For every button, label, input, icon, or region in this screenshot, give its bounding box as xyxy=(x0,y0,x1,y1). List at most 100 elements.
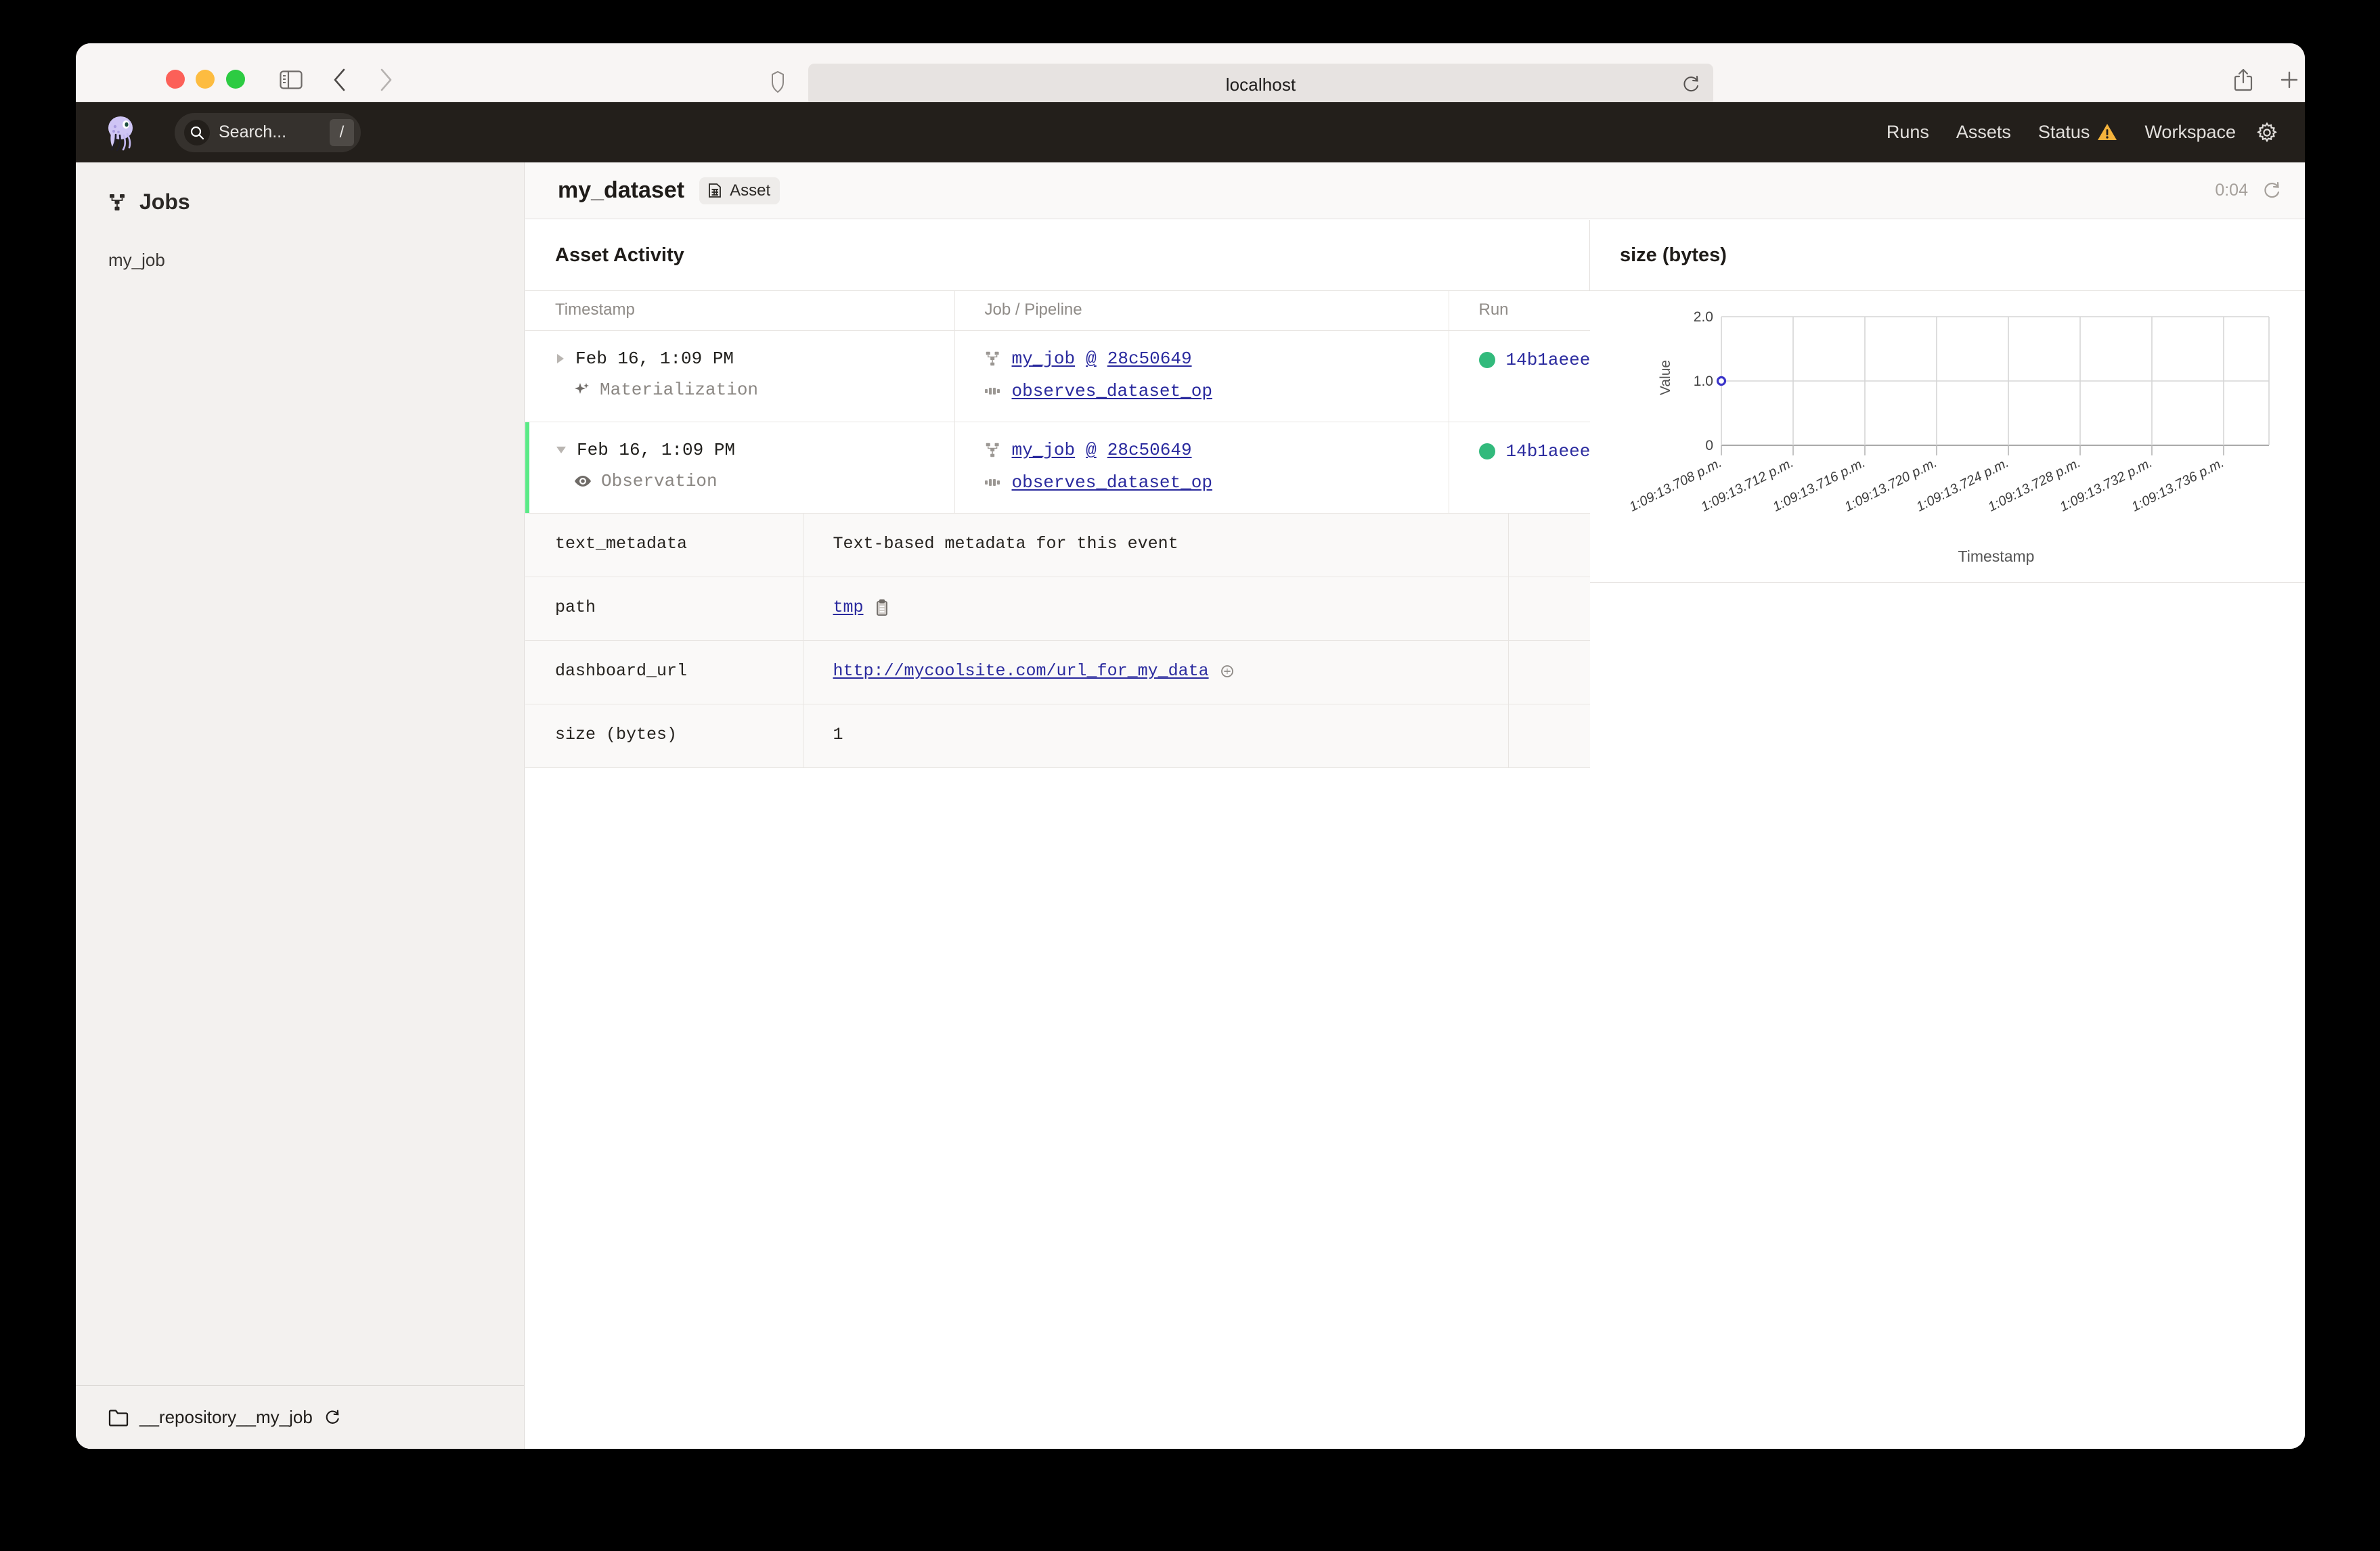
job-separator: @ xyxy=(1086,440,1097,460)
window-close-button[interactable] xyxy=(166,70,185,89)
nav-back-icon[interactable] xyxy=(326,66,353,93)
repository-reload-icon[interactable] xyxy=(324,1409,341,1426)
page-title: my_dataset xyxy=(558,177,685,203)
run-cell: 14b1aeee xyxy=(1449,330,1591,422)
search-icon xyxy=(184,119,210,145)
app-body: Jobs my_job __repository__my_job my_data… xyxy=(76,162,2305,1449)
event-type-label: Materialization xyxy=(600,380,759,400)
shield-icon[interactable] xyxy=(764,68,791,95)
header-right-controls: 0:04 xyxy=(2215,181,2282,201)
metadata-value-link[interactable]: tmp xyxy=(833,598,864,617)
job-graph-icon xyxy=(985,351,1001,367)
window-minimize-button[interactable] xyxy=(196,70,215,89)
nav-item-label: Assets xyxy=(1956,122,2011,142)
metadata-key: dashboard_url xyxy=(525,640,803,704)
chevron-right-icon[interactable] xyxy=(555,353,566,365)
browser-window: localhost Search... / Runs Assets Status… xyxy=(76,43,2305,1449)
new-tab-icon[interactable] xyxy=(2276,66,2303,93)
metadata-value-cell: tmp xyxy=(803,577,1509,641)
metadata-value-link[interactable]: http://mycoolsite.com/url_for_my_data xyxy=(833,661,1209,681)
asset-activity-panel: Asset Activity Timestamp Job / Pipeline … xyxy=(525,220,1590,768)
table-row[interactable]: Feb 16, 1:09 PM xyxy=(525,330,1591,422)
metadata-key: path xyxy=(525,577,803,641)
content-columns: Asset Activity Timestamp Job / Pipeline … xyxy=(525,220,2305,1449)
sidebar-item-my-job[interactable]: my_job xyxy=(76,246,524,275)
job-snapshot-link[interactable]: 28c50649 xyxy=(1107,440,1192,460)
run-id-link[interactable]: 14b1aeee xyxy=(1506,441,1591,462)
op-link[interactable]: observes_dataset_op xyxy=(1012,472,1212,493)
run-id-link[interactable]: 14b1aeee xyxy=(1506,350,1591,370)
column-header-run: Run xyxy=(1449,291,1590,331)
refresh-icon[interactable] xyxy=(2262,181,2282,201)
external-link-icon[interactable] xyxy=(1220,664,1235,679)
job-link[interactable]: my_job xyxy=(1012,440,1076,460)
address-bar[interactable]: localhost xyxy=(808,64,1713,106)
reload-icon[interactable] xyxy=(1681,74,1701,95)
sidebar-item-label: my_job xyxy=(108,250,165,270)
metadata-value: Text-based metadata for this event xyxy=(833,534,1178,554)
asset-type-badge: Asset xyxy=(699,177,780,204)
asset-badge-label: Asset xyxy=(730,181,771,200)
nav-item-workspace[interactable]: Workspace xyxy=(2131,122,2249,143)
run-cell: 14b1aeee xyxy=(1449,422,1590,514)
metadata-spacer xyxy=(1508,514,1590,577)
table-row[interactable]: Feb 16, 1:09 PM xyxy=(525,422,1590,514)
observation-eye-icon xyxy=(574,474,592,488)
metadata-row: text_metadata Text-based metadata for th… xyxy=(525,514,1590,577)
nav-item-status[interactable]: Status xyxy=(2025,122,2132,143)
column-header-timestamp: Timestamp xyxy=(525,291,955,331)
gear-icon[interactable] xyxy=(2256,121,2278,143)
metadata-value-cell: Text-based metadata for this event xyxy=(803,514,1509,577)
job-snapshot-link[interactable]: 28c50649 xyxy=(1107,349,1192,369)
sidebar-toggle-icon[interactable] xyxy=(278,66,305,93)
timestamp-cell[interactable]: Feb 16, 1:09 PM xyxy=(525,330,955,422)
chevron-down-icon[interactable] xyxy=(555,445,567,455)
event-metadata-table: text_metadata Text-based metadata for th… xyxy=(525,514,1590,768)
job-separator: @ xyxy=(1086,349,1097,369)
dagster-logo-icon[interactable] xyxy=(102,112,144,154)
nav-forward-icon[interactable] xyxy=(372,66,399,93)
job-graph-icon xyxy=(108,193,127,212)
metadata-chart-panel: size (bytes) Value 2.0 1.0 0 1:09:13.708… xyxy=(1590,220,2305,583)
op-icon xyxy=(984,386,1001,396)
search-input[interactable]: Search... / xyxy=(175,112,361,152)
metadata-value-cell: 1 xyxy=(803,704,1509,768)
search-shortcut-key: / xyxy=(330,118,354,146)
chart-area[interactable]: Value 2.0 1.0 0 1:09:13.708 p.m. 1:09:13… xyxy=(1590,291,2305,582)
nav-item-runs[interactable]: Runs xyxy=(1873,122,1943,143)
chart-series-size-bytes[interactable] xyxy=(1716,376,1727,386)
sidebar-job-list: my_job xyxy=(76,246,524,275)
metadata-row: path tmp xyxy=(525,577,1590,641)
chart-svg[interactable]: Value 2.0 1.0 0 1:09:13.708 p.m. 1:09:13… xyxy=(1590,291,2304,582)
left-sidebar: Jobs my_job __repository__my_job xyxy=(76,162,525,1449)
event-timestamp: Feb 16, 1:09 PM xyxy=(575,349,734,369)
nav-item-assets[interactable]: Assets xyxy=(1943,122,2025,143)
main-content: my_dataset Asset 0:04 Asset Activity Tim… xyxy=(525,162,2305,1449)
url-text: localhost xyxy=(1225,74,1296,95)
app-nav: Runs Assets Status Workspace xyxy=(1873,121,2280,143)
copy-icon[interactable] xyxy=(875,599,889,616)
repository-footer[interactable]: __repository__my_job xyxy=(76,1385,524,1449)
data-point[interactable] xyxy=(1716,376,1727,386)
materialization-icon xyxy=(574,382,590,398)
asset-activity-heading: Asset Activity xyxy=(525,220,1589,291)
metadata-row: dashboard_url http://mycoolsite.com/url_… xyxy=(525,640,1590,704)
y-tick-label: 2.0 xyxy=(1694,309,1713,325)
job-graph-icon xyxy=(985,442,1001,458)
timestamp-cell[interactable]: Feb 16, 1:09 PM xyxy=(525,422,955,514)
nav-item-label: Runs xyxy=(1886,122,1929,142)
sidebar-section-title: Jobs xyxy=(139,189,190,214)
op-link[interactable]: observes_dataset_op xyxy=(1012,381,1212,401)
chart-x-tickmarks xyxy=(1721,445,2224,455)
content-header: my_dataset Asset 0:04 xyxy=(525,162,2305,219)
share-icon[interactable] xyxy=(2230,66,2257,93)
browser-toolbar: localhost xyxy=(76,43,2305,106)
asset-activity-table: Timestamp Job / Pipeline Run Feb 16, 1:0… xyxy=(525,291,1590,514)
job-link[interactable]: my_job xyxy=(1012,349,1076,369)
metadata-key: text_metadata xyxy=(525,514,803,577)
folder-icon xyxy=(108,1409,129,1426)
asset-table-icon xyxy=(707,183,723,199)
run-status-dot xyxy=(1478,443,1495,459)
y-tick-label: 1.0 xyxy=(1694,374,1713,389)
window-zoom-button[interactable] xyxy=(226,70,245,89)
